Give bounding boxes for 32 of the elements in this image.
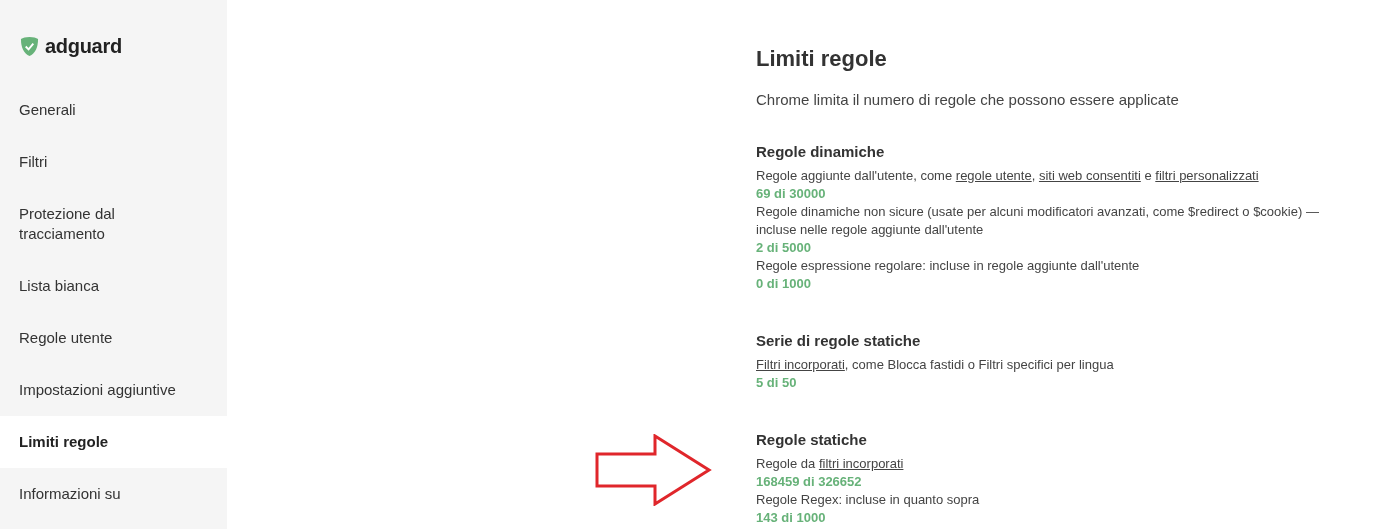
link[interactable]: Filtri incorporati <box>756 357 845 372</box>
link[interactable]: filtri incorporati <box>818 456 904 471</box>
sidebar-item[interactable]: Limiti regole <box>0 416 227 468</box>
sidebar-item[interactable]: Protezione dal tracciamento <box>0 188 227 260</box>
section-heading: Regole dinamiche <box>756 142 886 162</box>
page-title: Limiti regole <box>756 45 888 73</box>
section-heading: Serie di regole statiche <box>756 331 922 351</box>
page-subtitle: Chrome limita il numero di regole che possono essere applicate <box>756 90 1180 110</box>
rule-description: Regole da filtri incorporati <box>756 455 905 473</box>
link[interactable]: filtri personalizzati <box>1155 168 1259 183</box>
rule-description: Regole Regex: incluse in quanto sopra <box>756 491 981 509</box>
sidebar-item[interactable]: Informazioni su <box>0 468 227 520</box>
sidebar-item[interactable]: Filtri <box>0 136 227 188</box>
logo-text: adguard <box>45 34 122 58</box>
rule-count: 168459 di 326652 <box>756 473 863 491</box>
link[interactable]: regole utente <box>955 168 1032 183</box>
sidebar-item[interactable]: Generali <box>0 84 227 136</box>
rule-description: Regole aggiunte dall'utente, come regole utente, siti web consentiti e filtri personalizzati <box>756 167 1260 185</box>
rule-count: 2 di 5000 <box>756 239 812 257</box>
link[interactable]: siti web consentiti <box>1038 168 1141 183</box>
sidebar-item[interactable]: Impostazioni aggiuntive <box>0 364 227 416</box>
rule-count: 143 di 1000 <box>756 509 827 527</box>
rule-description: Regole espressione regolare: incluse in regole aggiunte dall'utente <box>756 257 1141 275</box>
sidebar-item[interactable]: Lista bianca <box>0 260 227 312</box>
rule-description: Filtri incorporati, come Blocca fastidi o Filtri specifici per lingua <box>756 356 1115 374</box>
rule-count: 69 di 30000 <box>756 185 827 203</box>
rule-count: 0 di 1000 <box>756 275 812 293</box>
sidebar-item[interactable]: Regole utente <box>0 312 227 364</box>
rule-count: 5 di 50 <box>756 374 798 392</box>
rule-description: Regole dinamiche non sicure (usate per alcuni modificatori avanzati, come $redirect o $cookie) — incluse nelle regole aggiunte dall'utente <box>756 203 1320 239</box>
section-heading: Regole statiche <box>756 430 868 450</box>
shield-icon <box>20 35 39 57</box>
